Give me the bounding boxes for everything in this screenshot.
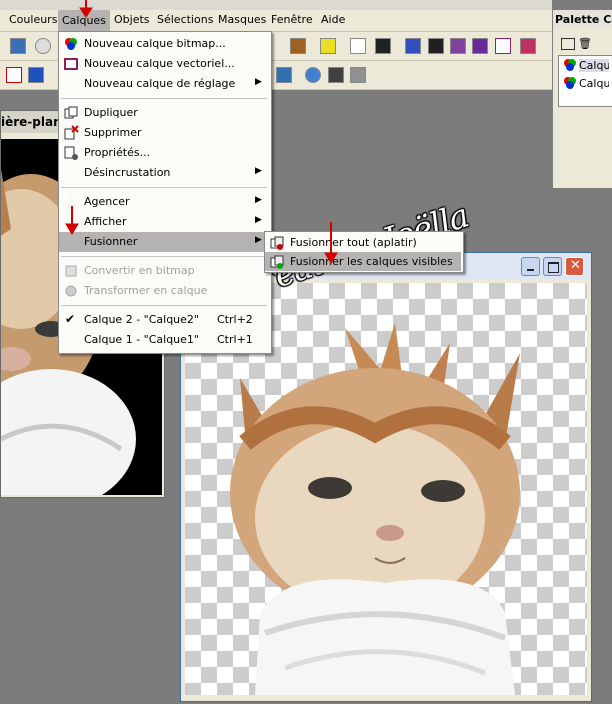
red-arrow-icon bbox=[324, 222, 338, 264]
red-arrow-icon bbox=[79, 0, 93, 18]
annotation-arrows bbox=[65, 0, 338, 264]
red-arrow-icon bbox=[65, 206, 79, 235]
